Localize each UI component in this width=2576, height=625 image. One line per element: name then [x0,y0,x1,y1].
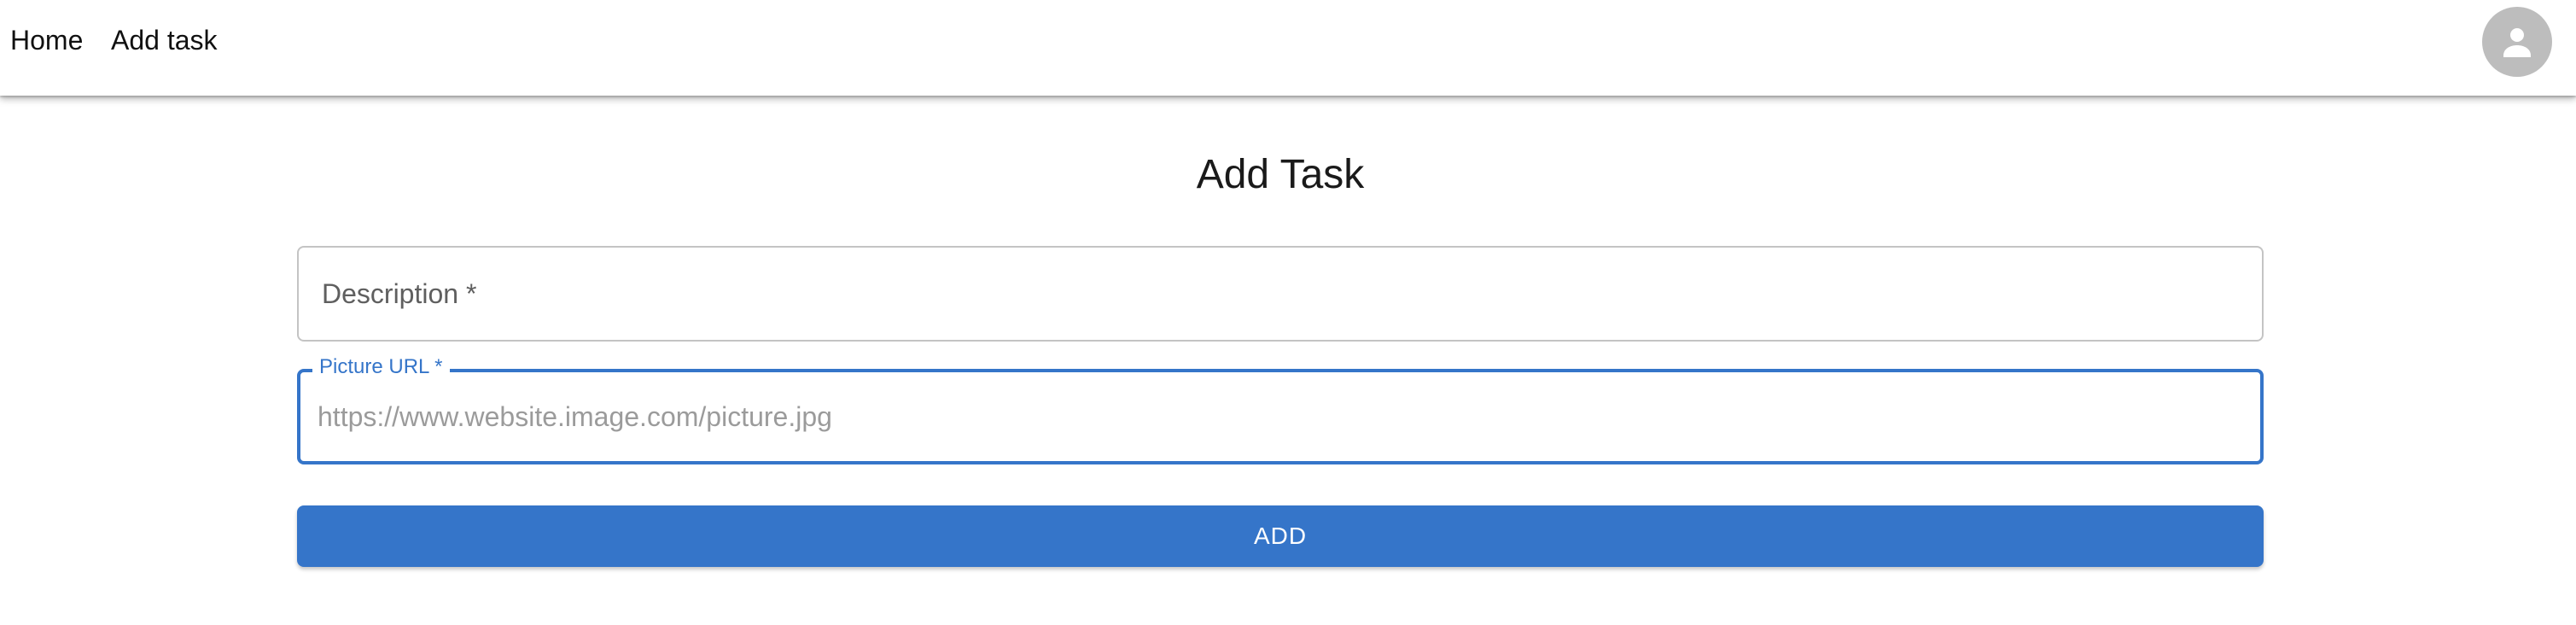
user-avatar[interactable] [2482,7,2552,77]
picture-url-field[interactable]: Picture URL * [297,353,2264,464]
page-title: Add Task [1196,152,1365,197]
nav-add-task-link[interactable]: Add task [111,25,218,56]
add-button[interactable]: ADD [297,505,2264,567]
nav-home-link[interactable]: Home [10,25,83,56]
description-field[interactable]: Description * [297,246,2264,342]
description-label: Description * [322,278,477,309]
person-icon [2503,28,2531,57]
picture-url-label: Picture URL * [312,353,450,381]
picture-url-input[interactable] [318,391,2229,442]
app-bar: Home Add task [0,0,2576,96]
